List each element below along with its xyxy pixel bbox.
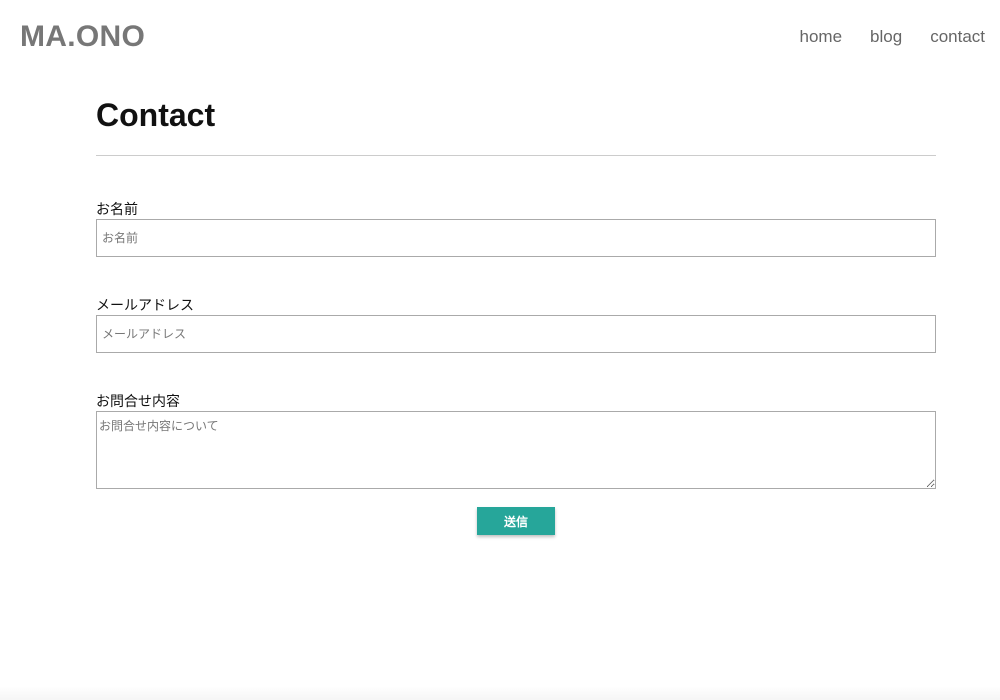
contact-form: お名前 メールアドレス お問合せ内容 送信 xyxy=(96,201,936,535)
submit-button[interactable]: 送信 xyxy=(477,507,555,535)
email-label: メールアドレス xyxy=(96,298,194,314)
name-field-group: お名前 xyxy=(96,201,936,257)
submit-wrap: 送信 xyxy=(96,507,936,535)
email-input[interactable] xyxy=(96,315,936,353)
site-logo[interactable]: MA.ONO xyxy=(20,20,145,54)
name-label: お名前 xyxy=(96,202,138,218)
email-field-group: メールアドレス xyxy=(96,297,936,353)
bottom-shade xyxy=(0,686,1000,700)
nav-link-home[interactable]: home xyxy=(800,27,843,47)
page-title: Contact xyxy=(96,97,216,133)
name-input[interactable] xyxy=(96,219,936,257)
message-field-group: お問合せ内容 xyxy=(96,393,936,489)
page: MA.ONO home blog contact Contact お名前 メール… xyxy=(0,0,1000,700)
message-label: お問合せ内容 xyxy=(96,394,180,410)
site-header: MA.ONO home blog contact xyxy=(0,0,1000,75)
main-content: Contact お名前 メールアドレス お問合せ内容 送信 xyxy=(96,95,936,535)
nav-link-blog[interactable]: blog xyxy=(870,27,902,47)
nav-link-contact[interactable]: contact xyxy=(930,27,985,47)
title-divider xyxy=(96,155,936,156)
main-nav: home blog contact xyxy=(800,27,985,47)
message-textarea[interactable] xyxy=(96,411,936,489)
